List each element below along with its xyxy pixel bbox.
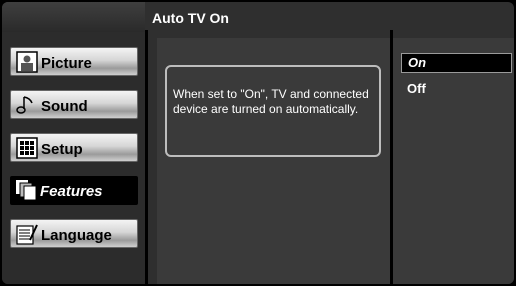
page-title: Auto TV On xyxy=(152,10,229,26)
option-off[interactable]: Off xyxy=(401,79,512,99)
description-box: When set to "On", TV and connected devic… xyxy=(165,65,381,157)
sidebar-item-picture[interactable]: Picture xyxy=(10,47,138,76)
sidebar-item-label: Setup xyxy=(41,141,83,158)
sidebar-item-label: Sound xyxy=(41,98,88,115)
sidebar-divider xyxy=(145,30,148,284)
sidebar: Picture Sound Setup Features Language xyxy=(2,2,145,284)
setup-icon xyxy=(16,137,38,159)
tv-menu-screen: Picture Sound Setup Features Language Au… xyxy=(2,2,514,284)
sidebar-item-sound[interactable]: Sound xyxy=(10,90,138,119)
sidebar-item-features[interactable]: Features xyxy=(10,176,138,205)
description-text: When set to "On", TV and connected devic… xyxy=(173,87,369,116)
sound-icon xyxy=(16,96,33,114)
sidebar-item-setup[interactable]: Setup xyxy=(10,133,138,162)
header: Auto TV On xyxy=(148,6,514,30)
sidebar-item-language[interactable]: Language xyxy=(10,219,138,248)
description-panel: When set to "On", TV and connected devic… xyxy=(157,38,390,284)
sidebar-item-label: Picture xyxy=(41,55,92,72)
sidebar-item-label: Features xyxy=(40,183,103,200)
option-on[interactable]: On xyxy=(401,53,512,73)
language-icon xyxy=(16,224,38,245)
features-icon xyxy=(16,180,37,201)
options-panel: On Off xyxy=(393,38,514,284)
picture-icon xyxy=(16,51,38,73)
sidebar-item-label: Language xyxy=(41,227,112,244)
sidebar-header xyxy=(2,2,145,32)
